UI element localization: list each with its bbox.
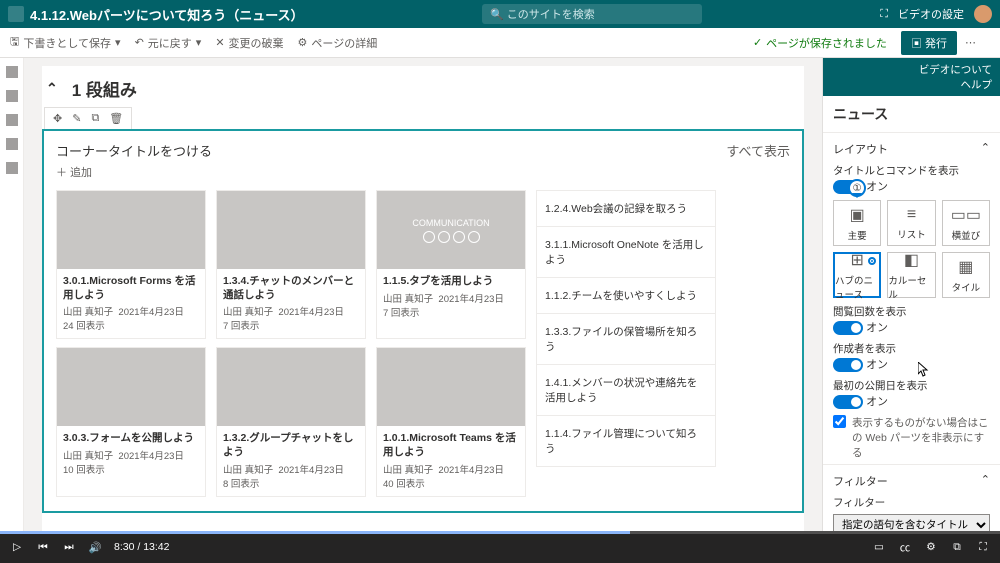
section-header[interactable]: ⌃ 1 段組み	[42, 66, 804, 107]
layout-option-tiles[interactable]: ▦タイル	[942, 252, 990, 298]
card-thumbnail	[217, 191, 365, 269]
add-news-link[interactable]: ＋ 追加	[56, 164, 790, 180]
card-thumbnail	[57, 191, 205, 269]
see-all-link[interactable]: すべて表示	[726, 141, 790, 160]
webpart-title[interactable]: コーナータイトルをつける	[56, 141, 212, 160]
news-webpart: コーナータイトルをつける すべて表示 ＋ 追加 3.0.1.Microsoft …	[42, 129, 804, 513]
page-title: 4.1.12.Webパーツについて知ろう（ニュース）	[30, 5, 304, 24]
expand-icon[interactable]: ⛶	[880, 8, 888, 21]
move-icon[interactable]: ✥	[53, 112, 62, 125]
news-card[interactable]: 1.3.4.チャットのメンバーと通話しよう 山田 真知子 2021年4月23日 …	[216, 190, 366, 339]
toggle-label: 最初の公開日を表示	[833, 378, 990, 393]
card-thumbnail	[377, 348, 525, 426]
discard-button[interactable]: ✕ 変更の破棄	[215, 35, 283, 51]
callout-marker: ①	[848, 179, 866, 197]
list-item[interactable]: 1.1.4.ファイル管理について知ろう	[536, 416, 716, 467]
news-card[interactable]: COMMUNICATION 1.1.5.タブを活用しよう 山田 真知子 2021…	[376, 190, 526, 339]
video-player-bar: ▷ ⏮ ⏭ 🔊 8:30 / 13:42 ▭ ㏄ ⚙ ⧉ ⛶	[0, 531, 1000, 563]
pip-icon[interactable]: ⧉	[950, 540, 964, 554]
property-pane: ビデオについて ヘルプ ニュース レイアウト⌃ タイトルとコマンドを表示 オン …	[822, 58, 1000, 531]
news-side-list: 1.2.4.Web会議の記録を取ろう 3.1.1.Microsoft OneNo…	[536, 190, 716, 497]
news-card[interactable]: 3.0.3.フォームを公開しよう 山田 真知子 2021年4月23日 10 回表…	[56, 347, 206, 496]
next-icon[interactable]: ⏭	[62, 540, 76, 554]
group-label: レイアウト	[833, 141, 888, 157]
toggle-label: タイトルとコマンドを表示	[833, 163, 990, 178]
video-about-link[interactable]: ビデオについて	[831, 62, 992, 77]
rail-icon[interactable]	[6, 114, 18, 126]
search-icon: 🔍	[490, 8, 504, 21]
toggle-author[interactable]	[833, 358, 863, 372]
page-canvas: ⌃ 1 段組み ✥ ✎ ⧉ 🗑 コーナータイトルをつける すべて表示 ＋ 追加	[24, 58, 822, 531]
play-icon[interactable]: ▷	[10, 540, 24, 554]
captions-icon[interactable]: ㏄	[898, 540, 912, 554]
video-info-bar: ビデオについて ヘルプ	[823, 58, 1000, 96]
list-item[interactable]: 3.1.1.Microsoft OneNote を活用しよう	[536, 227, 716, 278]
chevron-up-icon[interactable]: ⌃	[981, 473, 990, 489]
settings-icon[interactable]: ⚙	[924, 540, 938, 554]
command-bar: 🖫 下書きとして保存 ▾ ↶ 元に戻す ▾ ✕ 変更の破棄 ⚙ ページの詳細 ✓…	[0, 28, 1000, 58]
progress-bar[interactable]	[0, 531, 1000, 534]
selected-radio-icon	[868, 257, 876, 265]
video-settings-link[interactable]: ビデオの設定	[898, 6, 964, 22]
search-input[interactable]: 🔍 このサイトを検索	[482, 4, 702, 24]
filter-select[interactable]: 指定の語句を含むタイトル	[833, 514, 990, 531]
undo-button[interactable]: ↶ 元に戻す ▾	[135, 35, 202, 51]
time-display: 8:30 / 13:42	[114, 541, 169, 553]
hide-empty-checkbox[interactable]: 表示するものがない場合はこの Web パーツを非表示にする	[833, 415, 990, 460]
rail-icon[interactable]	[6, 66, 18, 78]
pane-title: ニュース	[823, 96, 1000, 133]
video-help-link[interactable]: ヘルプ	[831, 77, 992, 92]
prev-icon[interactable]: ⏮	[36, 540, 50, 554]
chapters-icon[interactable]: ▭	[872, 540, 886, 554]
card-thumbnail	[217, 348, 365, 426]
chevron-down-icon: ⌃	[46, 80, 58, 97]
rail-icon[interactable]	[6, 162, 18, 174]
page-details-button[interactable]: ⚙ ページの詳細	[298, 35, 378, 51]
avatar[interactable]	[974, 5, 992, 23]
list-item[interactable]: 1.3.3.ファイルの保管場所を知ろう	[536, 314, 716, 365]
layout-picker: ▣主要 ① ≡リスト ▭▭横並び ⊞ハブのニュース ◧カルーセル ▦タイル	[833, 200, 990, 298]
rail-icon[interactable]	[6, 90, 18, 102]
card-thumbnail	[57, 348, 205, 426]
fullscreen-icon[interactable]: ⛶	[976, 540, 990, 554]
list-item[interactable]: 1.2.4.Web会議の記録を取ろう	[536, 190, 716, 227]
app-launcher-icon[interactable]	[8, 6, 24, 22]
publish-button[interactable]: ▣ 発行	[901, 31, 957, 55]
left-rail	[0, 58, 24, 531]
list-item[interactable]: 1.1.2.チームを使いやすくしよう	[536, 278, 716, 314]
saved-status: ✓ ページが保存されました	[753, 35, 887, 51]
layout-option-top[interactable]: ▣主要 ①	[833, 200, 881, 246]
layout-option-carousel[interactable]: ◧カルーセル	[887, 252, 935, 298]
news-card[interactable]: 3.0.1.Microsoft Forms を活用しよう 山田 真知子 2021…	[56, 190, 206, 339]
list-item[interactable]: 1.4.1.メンバーの状況や連絡先を活用しよう	[536, 365, 716, 416]
toggle-views[interactable]	[833, 321, 863, 335]
more-icon[interactable]: ⋯	[965, 36, 976, 49]
layout-option-hub[interactable]: ⊞ハブのニュース	[833, 252, 881, 298]
toggle-firstpub[interactable]	[833, 395, 863, 409]
toggle-label: 作成者を表示	[833, 341, 990, 356]
chevron-up-icon[interactable]: ⌃	[981, 141, 990, 157]
rail-icon[interactable]	[6, 138, 18, 150]
save-draft-button[interactable]: 🖫 下書きとして保存 ▾	[10, 33, 121, 52]
duplicate-icon[interactable]: ⧉	[91, 112, 99, 125]
card-thumbnail: COMMUNICATION	[377, 191, 525, 269]
toggle-label: 閲覧回数を表示	[833, 304, 990, 319]
suite-header: 4.1.12.Webパーツについて知ろう（ニュース） 🔍 このサイトを検索 ⛶ …	[0, 0, 1000, 28]
layout-option-side[interactable]: ▭▭横並び	[942, 200, 990, 246]
delete-icon[interactable]: 🗑	[109, 112, 123, 125]
news-card[interactable]: 1.3.2.グループチャットをしよう 山田 真知子 2021年4月23日 8 回…	[216, 347, 366, 496]
news-card[interactable]: 1.0.1.Microsoft Teams を活用しよう 山田 真知子 2021…	[376, 347, 526, 496]
section-heading: 主要ニュース	[42, 513, 804, 531]
layout-option-list[interactable]: ≡リスト	[887, 200, 935, 246]
volume-icon[interactable]: 🔊	[88, 540, 102, 554]
edit-icon[interactable]: ✎	[72, 112, 81, 125]
webpart-toolbar: ✥ ✎ ⧉ 🗑	[44, 107, 132, 129]
group-label: フィルター	[833, 473, 888, 489]
